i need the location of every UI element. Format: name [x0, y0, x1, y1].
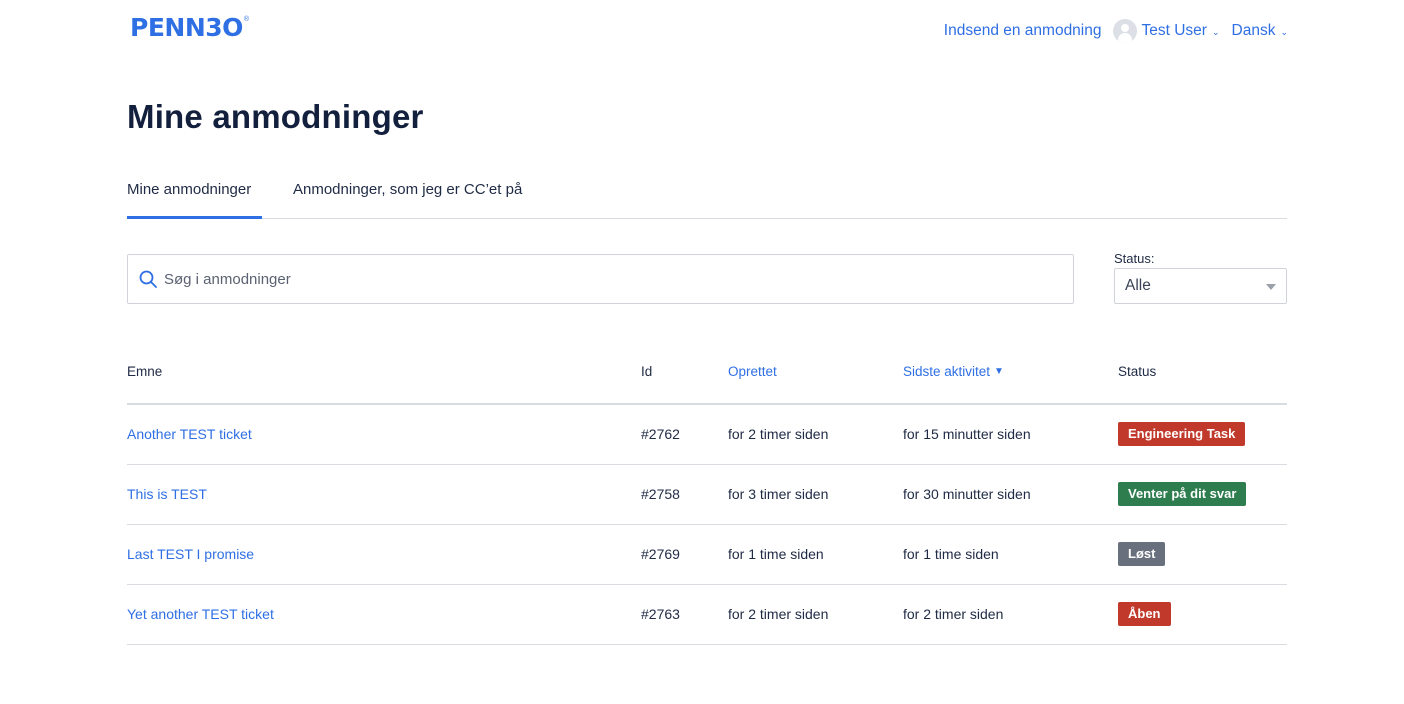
column-header-created[interactable]: Oprettet [728, 364, 777, 379]
table-header: Emne Id Oprettet Sidste aktivitet ▼ Statu… [127, 342, 1287, 405]
table-row: Another TEST ticket #2762 for 2 timer si… [127, 405, 1287, 465]
status-badge: Venter på dit svar [1118, 482, 1247, 506]
search-icon [139, 270, 157, 288]
logo-registered-mark: ® [243, 16, 250, 23]
status-filter-label: Status: [1114, 251, 1155, 266]
request-id: #2769 [641, 546, 680, 562]
tab-my-requests[interactable]: Mine anmodninger [127, 176, 262, 219]
search-input[interactable] [164, 270, 1044, 288]
logo-text: PENN3O [130, 13, 243, 42]
dropdown-caret-icon [1266, 284, 1276, 290]
language-menu[interactable]: Dansk ⌄ [1232, 22, 1288, 40]
sort-descending-icon: ▼ [994, 366, 1004, 377]
request-last-activity: for 15 minutter siden [903, 426, 1031, 442]
request-last-activity: for 2 timer siden [903, 606, 1004, 622]
request-id: #2758 [641, 486, 680, 502]
user-name: Test User [1141, 22, 1207, 39]
table-row: Yet another TEST ticket #2763 for 2 time… [127, 585, 1287, 645]
requests-table: Emne Id Oprettet Sidste aktivitet ▼ Statu… [127, 342, 1287, 645]
request-tabs: Mine anmodninger Anmodninger, som jeg er… [127, 176, 1287, 219]
user-avatar-icon [1112, 19, 1137, 43]
table-row: Last TEST I promise #2769 for 1 time sid… [127, 525, 1287, 585]
request-created: for 2 timer siden [728, 606, 829, 622]
tab-cc-requests[interactable]: Anmodninger, som jeg er CC’et på [293, 176, 522, 219]
request-created: for 2 timer siden [728, 426, 829, 442]
request-subject-link[interactable]: Another TEST ticket [127, 426, 252, 442]
request-subject-link[interactable]: This is TEST [127, 486, 207, 502]
top-navigation: Indsend en anmodning Test User ⌄ Dansk ⌄ [944, 17, 1288, 45]
column-header-activity-label: Sidste aktivitet [903, 364, 991, 379]
chevron-down-icon: ⌄ [1211, 26, 1220, 37]
page-title: Mine anmodninger [127, 98, 424, 135]
request-id: #2763 [641, 606, 680, 622]
request-created: for 1 time siden [728, 546, 824, 562]
chevron-down-icon: ⌄ [1280, 26, 1288, 37]
table-row: This is TEST #2758 for 3 timer siden for… [127, 465, 1287, 525]
request-last-activity: for 30 minutter siden [903, 486, 1031, 502]
user-menu[interactable]: Test User ⌄ [1112, 19, 1220, 43]
status-badge: Engineering Task [1118, 422, 1246, 446]
request-subject-link[interactable]: Last TEST I promise [127, 546, 254, 562]
status-badge: Løst [1118, 542, 1166, 566]
request-id: #2762 [641, 426, 680, 442]
column-header-status: Status [1118, 364, 1157, 379]
submit-request-link[interactable]: Indsend en anmodning [944, 22, 1102, 40]
language-label: Dansk [1231, 22, 1276, 39]
search-box[interactable] [127, 254, 1074, 304]
pennoe-logo[interactable]: PENN3O ® [130, 14, 249, 42]
request-created: for 3 timer siden [728, 486, 829, 502]
status-badge: Åben [1118, 602, 1171, 626]
request-subject-link[interactable]: Yet another TEST ticket [127, 606, 274, 622]
column-header-id: Id [641, 364, 653, 379]
status-filter-value: Alle [1125, 277, 1151, 294]
request-last-activity: for 1 time siden [903, 546, 999, 562]
status-filter-select[interactable]: Alle [1114, 268, 1287, 304]
column-header-activity[interactable]: Sidste aktivitet ▼ [903, 364, 1004, 379]
column-header-subject: Emne [127, 364, 163, 379]
